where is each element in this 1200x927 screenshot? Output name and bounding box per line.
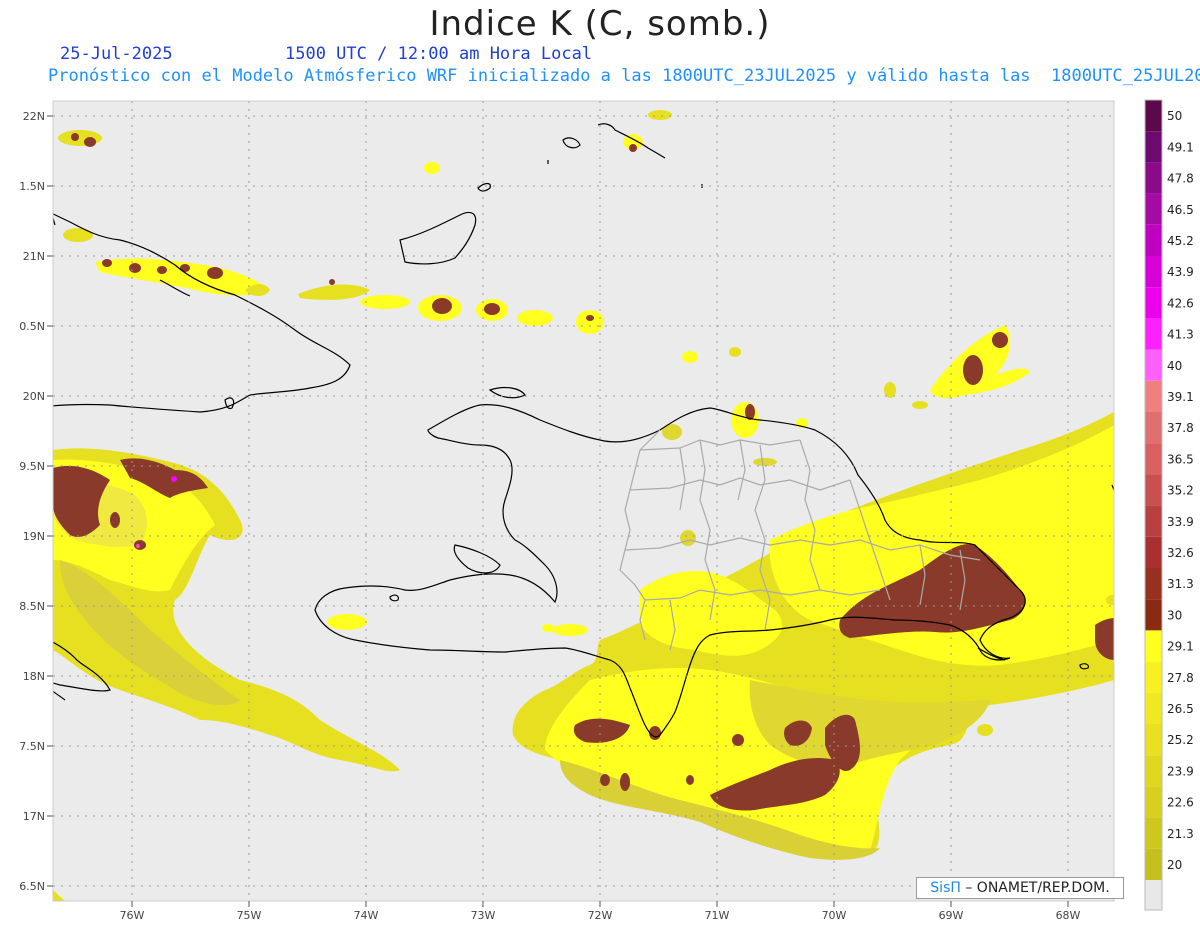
colorbar-label: 25.2 <box>1167 733 1194 747</box>
lon-label: 72W <box>588 909 613 922</box>
lon-label: 69W <box>939 909 964 922</box>
colorbar-label: 37.8 <box>1167 421 1194 435</box>
colorbar-label: 32.6 <box>1167 546 1194 560</box>
lon-label: 71W <box>705 909 730 922</box>
colorbar-label: 39.1 <box>1167 390 1194 404</box>
lat-label: 1.5N <box>19 180 45 193</box>
colorbar-swatch <box>1145 661 1162 693</box>
colorbar-label: 30 <box>1167 608 1182 622</box>
lon-label: 70W <box>822 909 847 922</box>
lon-label: 74W <box>354 909 379 922</box>
colorbar-swatch <box>1145 287 1162 319</box>
colorbar-swatch <box>1145 786 1162 818</box>
colorbar-label: 42.6 <box>1167 296 1194 310</box>
credit-org: – ONAMET/REP.DOM. <box>965 880 1110 896</box>
colorbar-label: 21.3 <box>1167 827 1194 841</box>
colorbar-label: 46.5 <box>1167 203 1194 217</box>
colorbar-swatch <box>1145 536 1162 568</box>
lat-label: 9.5N <box>19 460 45 473</box>
colorbar-swatch <box>1145 505 1162 537</box>
lat-label: 17N <box>23 810 45 823</box>
colorbar-swatch <box>1145 412 1162 444</box>
colorbar-swatch <box>1145 349 1162 381</box>
lat-label: 8.5N <box>19 600 45 613</box>
colorbar-swatch <box>1145 755 1162 787</box>
colorbar-label: 33.9 <box>1167 515 1194 529</box>
colorbar-swatch <box>1145 568 1162 600</box>
colorbar-label: 35.2 <box>1167 484 1194 498</box>
colorbar-label: 27.8 <box>1167 671 1194 685</box>
colorbar-label: 26.5 <box>1167 702 1194 716</box>
colorbar-swatch <box>1145 318 1162 350</box>
colorbar-swatch <box>1145 193 1162 225</box>
colorbar-swatch <box>1145 599 1162 631</box>
colorbar-swatch <box>1145 380 1162 412</box>
colorbar-swatch <box>1145 256 1162 288</box>
colorbar-swatch <box>1145 162 1162 194</box>
lat-label: 6.5N <box>19 880 45 893</box>
colorbar: 50 49.1 47.8 46.5 45.2 43.9 42.6 41.3 40 39.1 37.8… <box>1144 99 1194 911</box>
lon-label: 73W <box>471 909 496 922</box>
colorbar-label: 41.3 <box>1167 328 1194 342</box>
colorbar-label: 50 <box>1167 109 1182 123</box>
lon-label: 68W <box>1056 909 1081 922</box>
colorbar-swatch <box>1145 692 1162 724</box>
colorbar-label: 29.1 <box>1167 640 1194 654</box>
colorbar-label: 43.9 <box>1167 265 1194 279</box>
colorbar-swatch <box>1145 131 1162 163</box>
colorbar-swatch <box>1145 443 1162 475</box>
colorbar-label: 36.5 <box>1167 452 1194 466</box>
latitude-axis: 22N 1.5N 21N 0.5N 20N 9.5N 19N 8.5N 18N 7.5N 17N 6.… <box>19 110 53 893</box>
colorbar-label: 22.6 <box>1167 796 1194 810</box>
lat-label: 0.5N <box>19 320 45 333</box>
colorbar-swatch <box>1145 817 1162 849</box>
lat-label: 21N <box>23 250 45 263</box>
colorbar-swatch <box>1145 880 1162 910</box>
colorbar-label: 31.3 <box>1167 577 1194 591</box>
sispi-logo: SisΠ <box>930 880 961 896</box>
colorbar-label: 49.1 <box>1167 140 1194 154</box>
colorbar-label: 47.8 <box>1167 172 1194 186</box>
colorbar-swatch <box>1145 224 1162 256</box>
lat-label: 19N <box>23 530 45 543</box>
lat-label: 20N <box>23 390 45 403</box>
credit-box: SisΠ – ONAMET/REP.DOM. <box>916 877 1124 899</box>
colorbar-label: 23.9 <box>1167 764 1194 778</box>
k-index-peak-marker <box>136 544 140 548</box>
lat-label: 22N <box>23 110 45 123</box>
colorbar-label: 20 <box>1167 858 1182 872</box>
colorbar-swatch <box>1145 848 1162 880</box>
k-index-peak-marker <box>171 476 177 482</box>
colorbar-swatch <box>1145 724 1162 756</box>
lat-label: 7.5N <box>19 740 45 753</box>
colorbar-swatch <box>1145 630 1162 662</box>
forecast-map: 22N 1.5N 21N 0.5N 20N 9.5N 19N 8.5N 18N 7.5N 17N 6.… <box>19 99 1194 922</box>
colorbar-label: 45.2 <box>1167 234 1194 248</box>
longitude-axis: 76W 75W 74W 73W 72W 71W 70W 69W 68W <box>120 901 1081 922</box>
colorbar-swatch <box>1145 100 1162 132</box>
colorbar-swatch <box>1145 474 1162 506</box>
lon-label: 76W <box>120 909 145 922</box>
lon-label: 75W <box>237 909 262 922</box>
lat-label: 18N <box>23 670 45 683</box>
colorbar-label: 40 <box>1167 359 1182 373</box>
